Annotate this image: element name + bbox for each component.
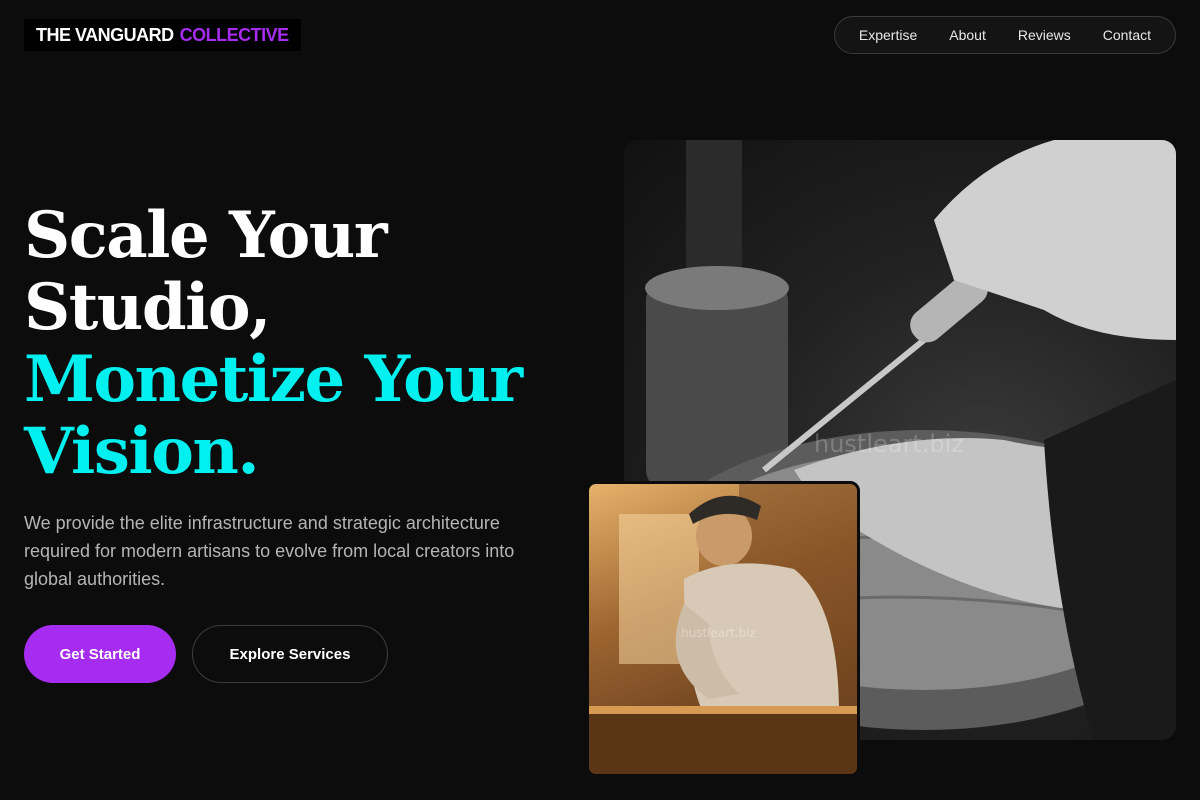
hero-subtitle: We provide the elite infrastructure and …: [24, 513, 515, 589]
nav-link-reviews[interactable]: Reviews: [1002, 16, 1087, 54]
logo-accent-text: COLLECTIVE: [179, 24, 290, 45]
hero-image-craftsman: hustleart.biz: [586, 481, 860, 777]
small-image-watermark: hustleart.biz: [681, 626, 756, 640]
main-image-watermark: hustleart.biz: [814, 430, 964, 458]
hero-title-line-2: Studio,: [24, 270, 271, 345]
page: THE VANGUARD COLLECTIVE Expertise About …: [0, 0, 1200, 800]
nav-link-expertise[interactable]: Expertise: [843, 16, 933, 54]
main-nav: Expertise About Reviews Contact: [833, 16, 1176, 54]
brand-logo[interactable]: THE VANGUARD COLLECTIVE: [24, 19, 301, 51]
nav-link-about[interactable]: About: [933, 16, 1002, 54]
hero-title-line-1: Scale Your: [24, 198, 388, 273]
logo-main-text: THE VANGUARD: [36, 24, 174, 45]
hero-title: Scale Your Studio, Monetize Your Vision.: [24, 198, 523, 489]
hero-title-line-4: Vision.: [24, 414, 260, 489]
hero-title-line-3: Monetize Your: [24, 342, 523, 417]
get-started-button[interactable]: Get Started: [24, 625, 176, 683]
explore-services-button[interactable]: Explore Services: [192, 625, 388, 683]
nav-link-contact[interactable]: Contact: [1087, 16, 1167, 54]
